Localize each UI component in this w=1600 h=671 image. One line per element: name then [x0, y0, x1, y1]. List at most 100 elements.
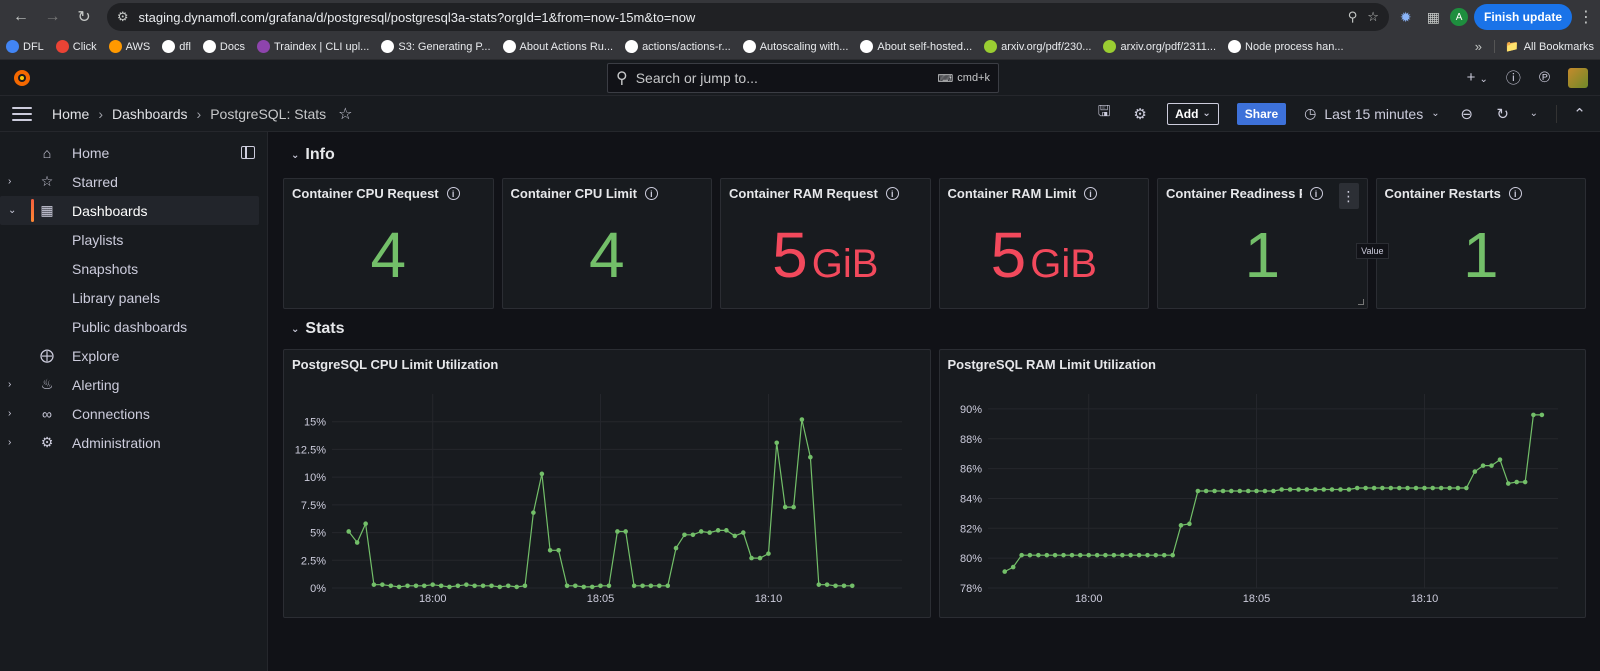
- resize-handle-icon[interactable]: [1357, 299, 1364, 305]
- bookmark-star-icon[interactable]: ☆: [1367, 9, 1379, 25]
- tooltip: Value: [1356, 243, 1389, 259]
- bookmark-item[interactable]: About self-hosted...: [860, 40, 972, 53]
- stat-panel-cpu-request[interactable]: Container CPU Request i 4: [283, 178, 494, 309]
- chart-panel-ram[interactable]: PostgreSQL RAM Limit Utilization 78% 80% 8…: [938, 349, 1586, 618]
- info-icon[interactable]: i: [885, 187, 899, 200]
- y-tick-label: 82%: [959, 523, 981, 535]
- sidebar-item-dashboards[interactable]: ⌄ ▦ Dashboards: [0, 196, 259, 225]
- bookmark-item[interactable]: Autoscaling with...: [742, 40, 848, 53]
- info-icon[interactable]: i: [1309, 187, 1323, 200]
- address-bar[interactable]: ⚙ staging.dynamofl.com/grafana/d/postgre…: [106, 3, 1389, 31]
- time-picker[interactable]: ◷ Last 15 minutes ⌄: [1304, 105, 1439, 122]
- menu-icon[interactable]: [12, 106, 32, 121]
- back-icon[interactable]: ←: [8, 4, 34, 30]
- chevron-right-icon[interactable]: ›: [8, 437, 22, 448]
- stat-panel-cpu-limit[interactable]: Container CPU Limit i 4: [501, 178, 712, 309]
- sidebar-item-library-panels[interactable]: Library panels: [0, 283, 267, 312]
- sidebar-item-administration[interactable]: › ⚙ Administration: [0, 428, 267, 457]
- collapse-icon[interactable]: ⌃: [1556, 104, 1588, 123]
- bookmark-item[interactable]: Traindex | CLI upl...: [256, 40, 369, 53]
- sidebar-item-alerting[interactable]: › ♨ Alerting: [0, 370, 267, 399]
- data-point: [1304, 487, 1309, 492]
- ram-utilization-chart[interactable]: 78% 80% 82% 84% 86% 88% 90% 18:00 18:05 18:10: [940, 350, 1572, 617]
- bookmark-item[interactable]: S3: Generating P...: [381, 40, 491, 53]
- info-icon[interactable]: i: [1508, 187, 1522, 200]
- add-button[interactable]: Add ⌄: [1167, 102, 1219, 125]
- breadcrumb-home[interactable]: Home: [52, 106, 89, 122]
- bookmark-item[interactable]: DFL: [6, 40, 44, 53]
- chevron-right-icon[interactable]: ›: [8, 176, 22, 187]
- news-icon[interactable]: ℗: [1539, 69, 1550, 86]
- data-point: [464, 582, 469, 587]
- panel-menu-icon[interactable]: ⋮: [1338, 183, 1359, 209]
- search-bar[interactable]: ⚲ Search or jump to... ⌨ cmd+k: [607, 63, 999, 93]
- row-header-stats[interactable]: ⌄ Stats: [283, 309, 1586, 349]
- browser-menu-icon[interactable]: ⋮: [1578, 7, 1594, 27]
- site-settings-icon[interactable]: ⚙: [117, 9, 129, 25]
- data-point: [354, 540, 360, 545]
- zoom-out-icon[interactable]: ⊖: [1458, 105, 1476, 123]
- chart-panels-row: PostgreSQL CPU Limit Utilization 0% 2.5% 5…: [283, 349, 1586, 618]
- stat-panel-ram-request[interactable]: Container RAM Request i 5 GiB: [720, 178, 931, 309]
- sidebar-item-home[interactable]: ⌂ Home: [0, 138, 267, 167]
- data-point: [346, 529, 352, 534]
- search-placeholder[interactable]: Search or jump to...: [636, 70, 930, 86]
- bookmark-item[interactable]: Node process han...: [1228, 40, 1344, 53]
- sidebar-item-starred[interactable]: › ☆ Starred: [0, 167, 267, 196]
- info-icon[interactable]: i: [644, 187, 658, 200]
- sidebar-item-snapshots[interactable]: Snapshots: [0, 254, 267, 283]
- sidebar-item-connections[interactable]: › ∞ Connections: [0, 399, 267, 428]
- row-header-info[interactable]: ⌄ Info: [283, 132, 1586, 178]
- bookmark-label: S3: Generating P...: [398, 40, 491, 53]
- bookmark-item[interactable]: About Actions Ru...: [502, 40, 613, 53]
- share-button[interactable]: Share: [1236, 102, 1287, 125]
- bookmark-favicon-icon: [162, 40, 176, 53]
- zoom-icon[interactable]: ⚲: [1348, 9, 1358, 25]
- refresh-icon[interactable]: ↻: [1494, 105, 1512, 123]
- data-point: [1371, 485, 1376, 491]
- extensions-puzzle-icon[interactable]: ▦: [1423, 6, 1445, 28]
- bookmark-item[interactable]: dfl: [162, 40, 191, 53]
- data-point: [1446, 485, 1452, 491]
- bookmark-item[interactable]: arxiv.org/pdf/2311...: [1103, 40, 1216, 53]
- bookmark-item[interactable]: arxiv.org/pdf/230...: [984, 40, 1091, 53]
- chevron-down-icon[interactable]: ⌄: [8, 205, 22, 216]
- data-point: [1497, 457, 1502, 462]
- info-icon[interactable]: i: [446, 187, 460, 200]
- mark-favorite-icon[interactable]: ☆: [338, 104, 352, 124]
- stat-panel-restarts[interactable]: Container Restarts i 1: [1375, 178, 1586, 309]
- extension-icon[interactable]: ✹: [1395, 6, 1417, 28]
- chevron-right-icon[interactable]: ›: [8, 379, 22, 390]
- cpu-utilization-chart[interactable]: 0% 2.5% 5% 7.5% 10% 12.5% 15% 18:00 18:05 18:10: [284, 350, 916, 617]
- settings-icon[interactable]: ⚙: [1131, 105, 1149, 123]
- stat-panel-readiness[interactable]: Container Readiness Pro i ⋮ Value 1: [1157, 178, 1389, 309]
- info-icon[interactable]: i: [1084, 187, 1098, 200]
- reload-icon[interactable]: ↻: [71, 4, 97, 30]
- sidebar-item-public-dashboards[interactable]: Public dashboards: [0, 312, 267, 341]
- search-icon: ⚲: [616, 70, 628, 87]
- forward-icon[interactable]: →: [40, 4, 66, 30]
- plus-icon[interactable]: + ⌄: [1467, 69, 1488, 86]
- bookmark-item[interactable]: Docs: [202, 40, 245, 53]
- chart-panel-cpu[interactable]: PostgreSQL CPU Limit Utilization 0% 2.5% 5…: [283, 349, 931, 618]
- url-text[interactable]: staging.dynamofl.com/grafana/d/postgresq…: [139, 10, 1338, 25]
- sidebar-item-explore[interactable]: ⨁ Explore: [0, 341, 267, 370]
- more-bookmarks-icon[interactable]: »: [1475, 39, 1482, 54]
- bookmark-item[interactable]: AWS: [108, 40, 150, 53]
- data-point: [1127, 552, 1133, 558]
- user-avatar[interactable]: [1568, 67, 1588, 88]
- finish-update-button[interactable]: Finish update: [1474, 4, 1572, 30]
- chevron-right-icon[interactable]: ›: [8, 408, 22, 419]
- bookmark-item[interactable]: actions/actions-r...: [625, 40, 731, 53]
- breadcrumb-dashboards[interactable]: Dashboards: [112, 106, 188, 122]
- refresh-interval-chevron-icon[interactable]: ⌄: [1530, 108, 1538, 119]
- bookmark-item[interactable]: Click: [55, 40, 97, 53]
- sidebar-item-playlists[interactable]: Playlists: [0, 225, 267, 254]
- grafana-logo-icon[interactable]: [12, 68, 32, 88]
- stat-panel-ram-limit[interactable]: Container RAM Limit i 5 GiB: [938, 178, 1149, 309]
- help-icon[interactable]: ⓘ: [1506, 67, 1521, 88]
- data-point: [1102, 552, 1108, 558]
- save-icon[interactable]: 🖫: [1095, 101, 1113, 126]
- profile-avatar[interactable]: A: [1450, 8, 1468, 26]
- all-bookmarks[interactable]: 📁 All Bookmarks: [1494, 40, 1594, 53]
